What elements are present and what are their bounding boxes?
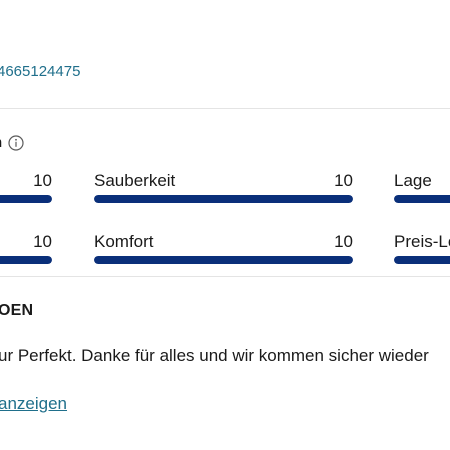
rating-category-lage: Lage [394,171,450,211]
rating-bar-track [394,256,450,264]
rating-bar-fill [0,195,52,203]
rating-category-4: 10 [0,232,52,272]
divider-top [0,108,450,109]
review-detail-page: 4665124475 n 10 Sauberkeit 10 Lage 10 [0,0,450,450]
divider-bottom [0,276,450,277]
rating-category-score: 10 [33,171,52,190]
rating-bar-fill [394,256,450,264]
rating-bar-track [94,195,353,203]
rating-bar-fill [94,195,353,203]
rating-category-1: 10 [0,171,52,211]
rating-category-komfort: Komfort 10 [94,232,353,272]
rating-bar-fill [394,195,450,203]
rating-category-sauberkeit: Sauberkeit 10 [94,171,353,211]
info-icon[interactable] [8,134,24,151]
rating-category-score: 10 [334,171,353,190]
ratings-heading-text: n [0,134,2,151]
rating-bar-track [94,256,353,264]
rating-bar-fill [0,256,52,264]
ratings-heading: n [0,134,24,151]
show-more-link[interactable]: anzeigen [0,394,67,414]
rating-category-preis-leistung: Preis-Le [394,232,450,272]
reference-id-link[interactable]: 4665124475 [0,63,80,80]
rating-category-label: Preis-Le [394,232,450,251]
rating-category-score: 10 [33,232,52,251]
review-text: ur Perfekt. Danke für alles und wir komm… [0,346,429,365]
rating-category-label: Sauberkeit [94,171,176,190]
rating-category-label: Komfort [94,232,154,251]
review-title: OEN [0,302,34,319]
rating-bar-fill [94,256,353,264]
rating-bar-track [0,195,52,203]
rating-bar-track [394,195,450,203]
rating-category-score: 10 [334,232,353,251]
rating-bar-track [0,256,52,264]
rating-category-label: Lage [394,171,432,190]
